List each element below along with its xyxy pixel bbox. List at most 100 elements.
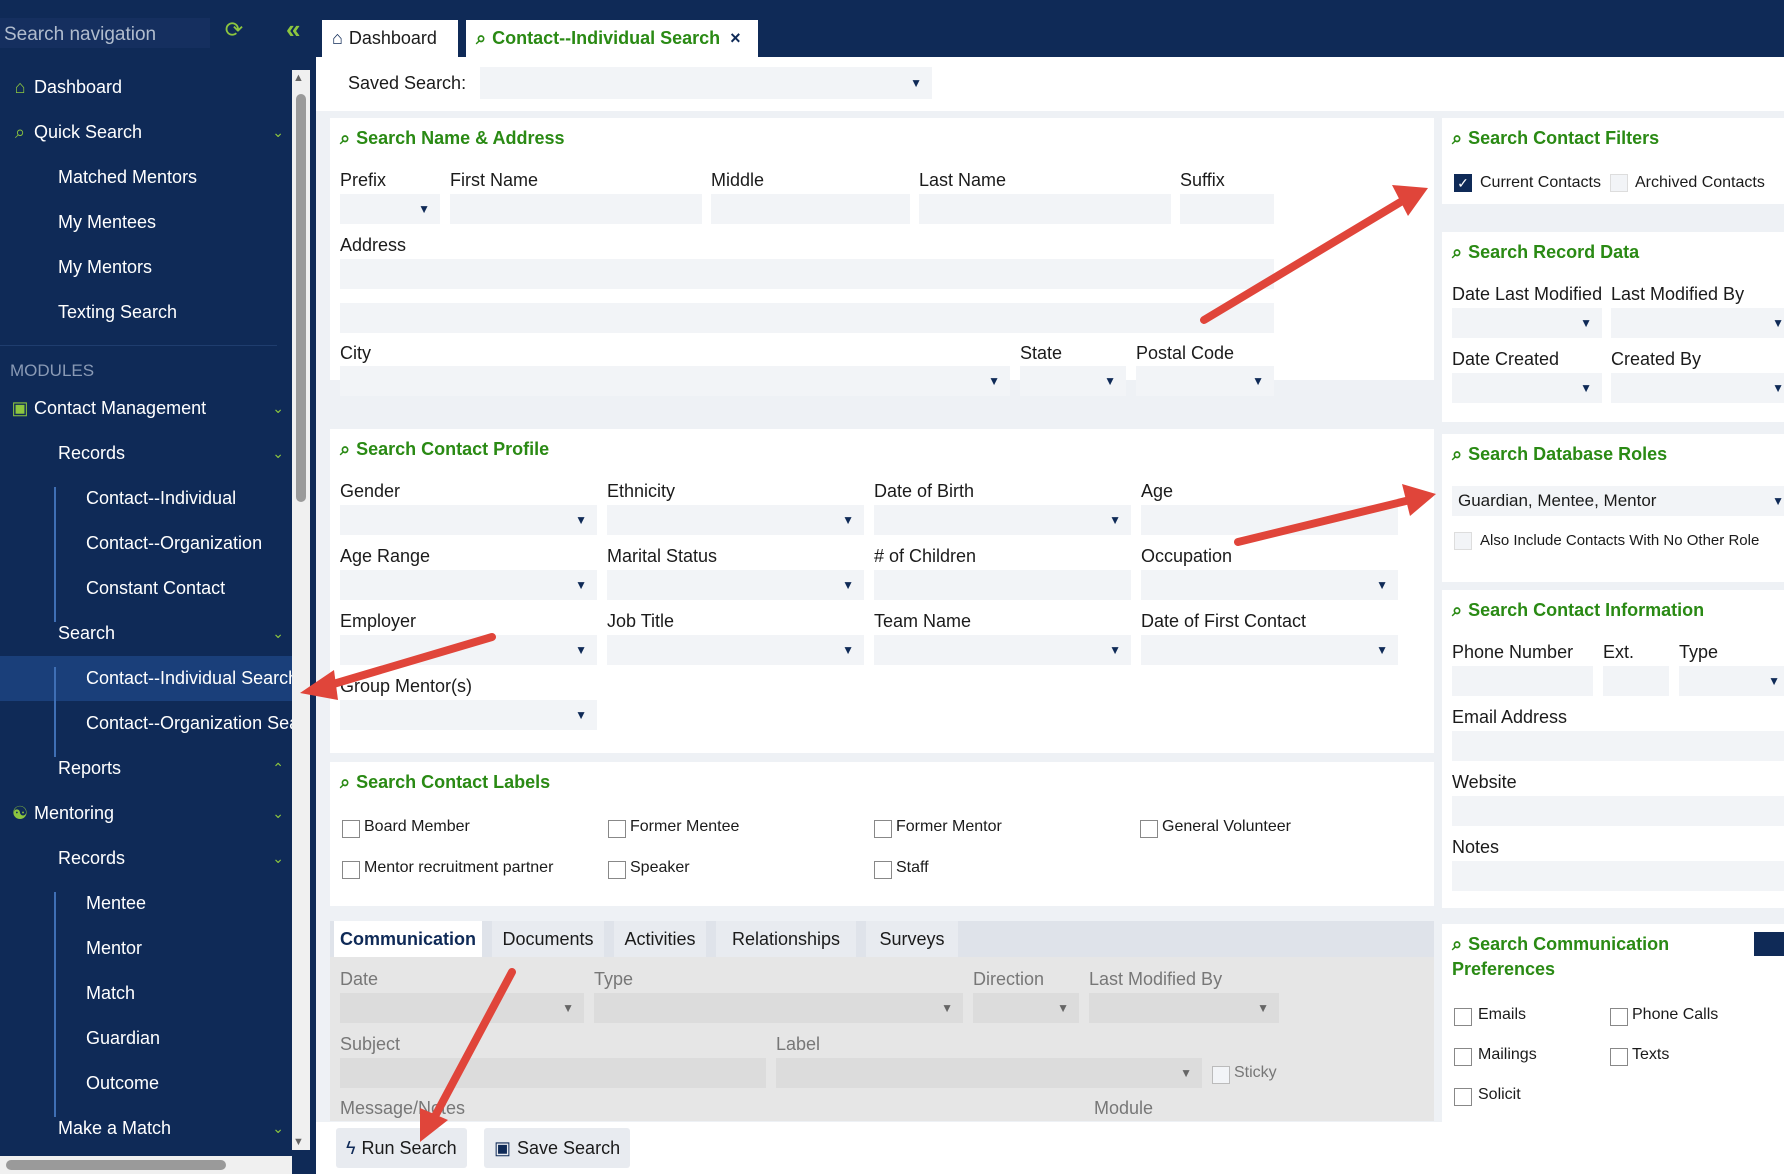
sidebar-scroll-thumb[interactable] [296,94,306,502]
nav-item-texting-search[interactable]: Texting Search [0,290,292,335]
emails-checkbox[interactable] [1454,1008,1472,1026]
former-mentor-checkbox[interactable] [874,820,892,838]
nav-item-contact-organization-search[interactable]: Contact--Organization Search [0,701,292,746]
phone-input[interactable] [1452,666,1593,696]
created-by-select[interactable]: ▼ [1611,373,1784,403]
nav-item-mentee[interactable]: Mentee [0,881,292,926]
nav-item-contact-individual-search[interactable]: Contact--Individual Search [0,656,292,701]
dob-select[interactable]: ▼ [874,505,1131,535]
no-other-role-checkbox[interactable] [1454,532,1472,550]
nav-search-input[interactable]: Search navigation [0,18,210,48]
speaker-checkbox[interactable] [608,861,626,879]
caret-down-icon: ▼ [842,513,854,527]
comm-label-select[interactable]: ▼ [776,1058,1202,1088]
occupation-select[interactable]: ▼ [1141,570,1398,600]
postal-code-select[interactable]: ▼ [1136,366,1274,396]
comm-direction-select[interactable]: ▼ [973,993,1079,1023]
phone-calls-checkbox[interactable] [1610,1008,1628,1026]
former-mentee-checkbox[interactable] [608,820,626,838]
nav-item-mentoring[interactable]: ☯ Mentoring ⌄ [0,791,292,836]
sidebar-hscroll-thumb[interactable] [6,1160,226,1170]
sticky-checkbox[interactable] [1212,1066,1230,1084]
middle-input[interactable] [711,194,910,224]
ext-input[interactable] [1603,666,1669,696]
job-title-select[interactable]: ▼ [607,635,864,665]
team-name-select[interactable]: ▼ [874,635,1131,665]
texts-checkbox[interactable] [1610,1048,1628,1066]
email-input[interactable] [1452,731,1784,761]
group-mentors-select[interactable]: ▼ [340,700,597,730]
nav-item-contact-individual[interactable]: Contact--Individual [0,476,292,521]
date-created-select[interactable]: ▼ [1452,373,1602,403]
children-input[interactable] [874,570,1131,600]
database-roles-select[interactable]: Guardian, Mentee, Mentor ▼ [1452,486,1784,516]
nav-item-guardian[interactable]: Guardian [0,1016,292,1061]
archived-contacts-checkbox[interactable] [1610,174,1628,192]
nav-item-search[interactable]: Search ⌄ [0,611,292,656]
tab-dashboard[interactable]: ⌂ Dashboard [322,20,458,57]
nav-item-outcome[interactable]: Outcome [0,1061,292,1106]
website-input[interactable] [1452,796,1784,826]
nav-item-constant-contact[interactable]: Constant Contact [0,566,292,611]
refresh-icon[interactable]: ⟳ [222,18,246,42]
nav-item-matched-mentors[interactable]: Matched Mentors [0,155,292,200]
collapse-sidebar-icon[interactable]: « [286,16,306,42]
nav-item-reports[interactable]: Reports ⌃ [0,746,292,791]
tab-relationships[interactable]: Relationships [716,921,856,957]
run-search-button[interactable]: ϟ Run Search [336,1128,467,1168]
comm-date-select[interactable]: ▼ [340,993,584,1023]
nav-item-contact-organization[interactable]: Contact--Organization [0,521,292,566]
mailings-checkbox[interactable] [1454,1048,1472,1066]
comm-modified-by-select[interactable]: ▼ [1089,993,1279,1023]
recruitment-partner-checkbox[interactable] [342,861,360,879]
scroll-up-icon[interactable]: ▲ [293,72,304,84]
address-line1-input[interactable] [340,259,1274,289]
nav-item-make-a-match[interactable]: Make a Match ⌄ [0,1106,292,1151]
board-member-checkbox[interactable] [342,820,360,838]
age-input[interactable] [1141,505,1398,535]
modified-by-select[interactable]: ▼ [1611,308,1784,338]
nav-item-mentoring-records[interactable]: Records ⌄ [0,836,292,881]
staff-checkbox[interactable] [874,861,892,879]
gender-select[interactable]: ▼ [340,505,597,535]
tab-activities[interactable]: Activities [614,921,706,957]
current-contacts-checkbox[interactable]: ✓ [1454,174,1472,192]
first-contact-select[interactable]: ▼ [1141,635,1398,665]
tab-surveys[interactable]: Surveys [866,921,958,957]
nav-item-my-mentees[interactable]: My Mentees [0,200,292,245]
saved-search-select[interactable]: ▼ [480,67,932,99]
employer-select[interactable]: ▼ [340,635,597,665]
nav-item-match[interactable]: Match [0,971,292,1016]
general-volunteer-checkbox[interactable] [1140,820,1158,838]
marital-select[interactable]: ▼ [607,570,864,600]
close-icon[interactable]: × [730,28,741,48]
tab-documents[interactable]: Documents [492,921,604,957]
scroll-down-icon[interactable]: ▼ [293,1136,304,1148]
nav-item-records[interactable]: Records ⌄ [0,431,292,476]
suffix-input[interactable] [1180,194,1274,224]
tab-contact-individual-search[interactable]: ⌕ Contact--Individual Search × [466,20,758,57]
solicit-checkbox[interactable] [1454,1088,1472,1106]
caret-down-icon: ▼ [1376,643,1388,657]
prefix-select[interactable]: ▼ [340,194,440,224]
last-name-input[interactable] [919,194,1171,224]
nav-item-dashboard[interactable]: ⌂ Dashboard [0,65,292,110]
date-modified-select[interactable]: ▼ [1452,308,1602,338]
tab-communication[interactable]: Communication [334,921,482,957]
nav-item-my-mentors[interactable]: My Mentors [0,245,292,290]
ethnicity-select[interactable]: ▼ [607,505,864,535]
caret-down-icon: ▼ [1104,374,1116,388]
phone-type-select[interactable]: ▼ [1679,666,1784,696]
comm-type-select[interactable]: ▼ [594,993,963,1023]
nav-item-mentor[interactable]: Mentor [0,926,292,971]
age-range-select[interactable]: ▼ [340,570,597,600]
address-line2-input[interactable] [340,303,1274,333]
comm-subject-input[interactable] [340,1058,766,1088]
nav-item-contact-management[interactable]: ▣ Contact Management ⌄ [0,386,292,431]
nav-item-quick-search[interactable]: ⌕ Quick Search ⌄ [0,110,292,155]
first-name-input[interactable] [450,194,702,224]
notes-input[interactable] [1452,861,1784,891]
save-search-button[interactable]: ▣ Save Search [484,1128,631,1168]
city-select[interactable]: ▼ [340,366,1010,396]
state-select[interactable]: ▼ [1020,366,1126,396]
